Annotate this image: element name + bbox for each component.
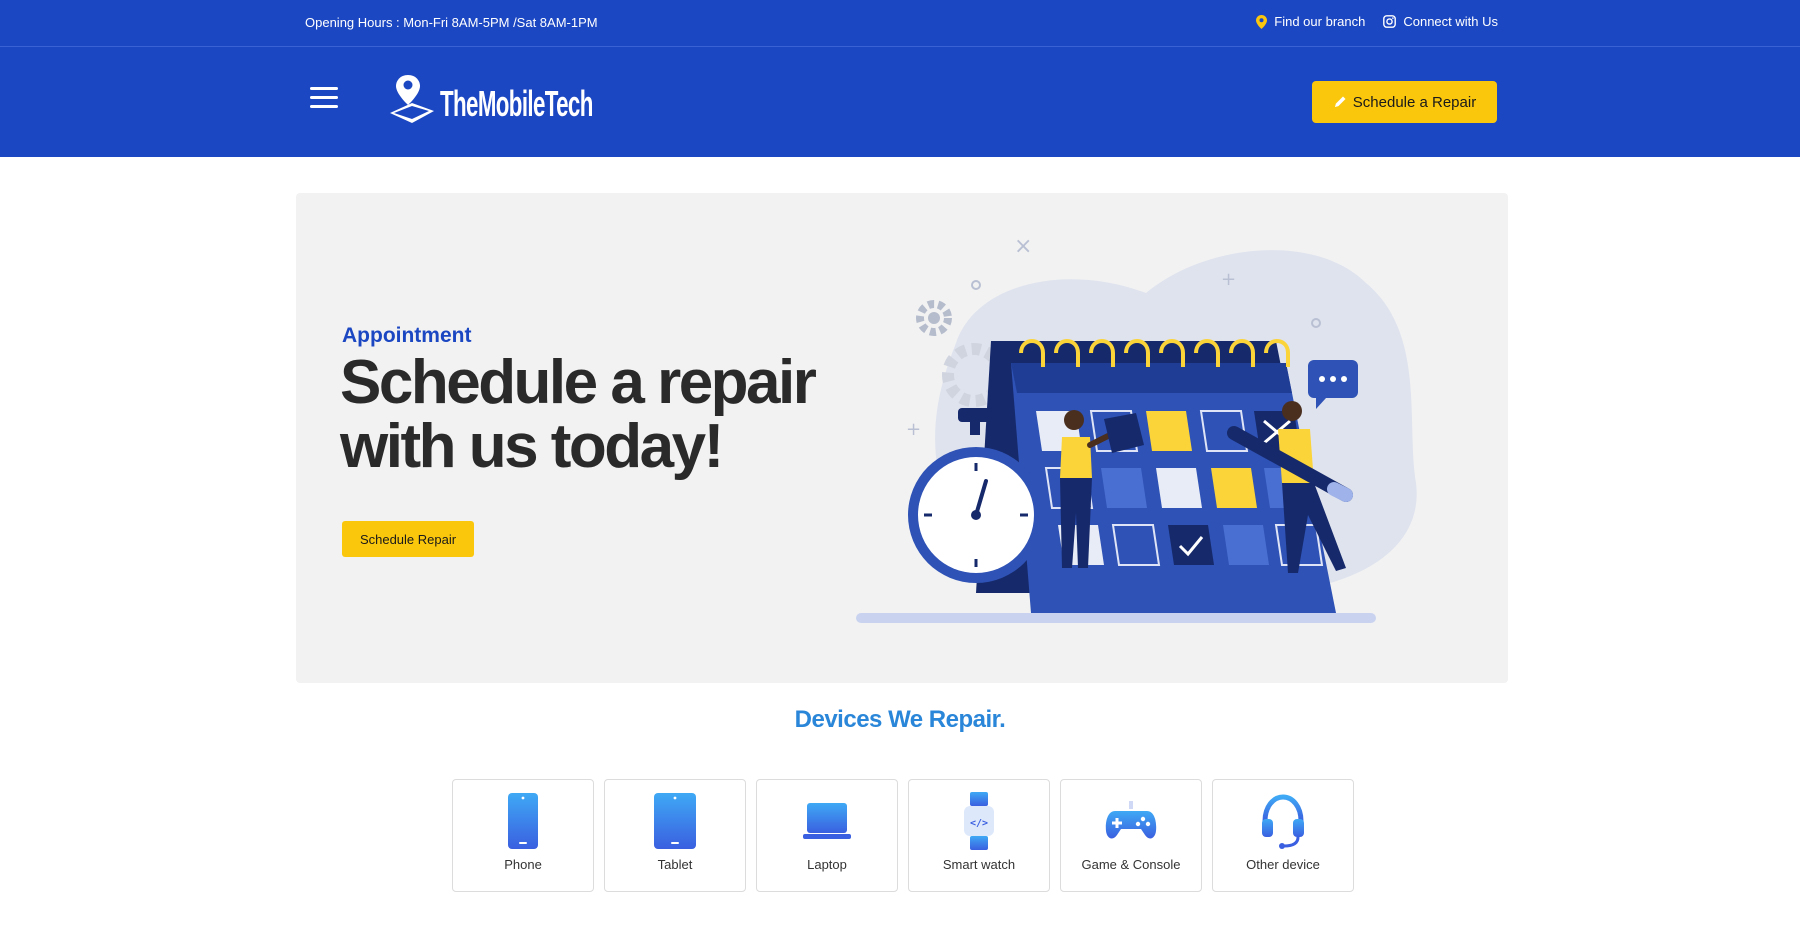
- find-branch-label: Find our branch: [1274, 14, 1366, 29]
- device-card-phone[interactable]: Phone: [452, 779, 594, 892]
- logo-mark-icon: [390, 75, 434, 123]
- device-label: Tablet: [657, 857, 693, 872]
- laptop-icon: [803, 803, 851, 839]
- device-card-smartwatch[interactable]: </> Smart watch: [908, 779, 1050, 892]
- hero-headline: Schedule a repair with us today!: [340, 348, 817, 481]
- connect-link[interactable]: Connect with Us: [1383, 14, 1498, 29]
- schedule-repair-hero-button[interactable]: Schedule Repair: [342, 521, 474, 557]
- smartwatch-icon: </>: [964, 792, 994, 850]
- phone-icon: [508, 793, 538, 849]
- svg-text:</>: </>: [970, 818, 988, 829]
- schedule-repair-hero-label: Schedule Repair: [359, 531, 457, 547]
- schedule-repair-header-button[interactable]: Schedule a Repair: [1312, 81, 1497, 123]
- hero-banner: Appointment Schedule a repair with us to…: [296, 193, 1508, 683]
- tablet-icon: [654, 793, 696, 849]
- site-logo[interactable]: TheMobileTech: [386, 73, 686, 125]
- device-label: Phone: [504, 857, 542, 872]
- opening-hours: Opening Hours : Mon-Fri 8AM-5PM /Sat 8AM…: [305, 15, 598, 30]
- device-label: Game & Console: [1081, 857, 1181, 872]
- device-list: Phone Tablet Laptop </> Smart watch Game…: [452, 779, 1354, 892]
- schedule-repair-header-label: Schedule a Repair: [1352, 93, 1477, 111]
- svg-text:×: ×: [1014, 234, 1032, 259]
- gamepad-icon: [1105, 801, 1157, 839]
- top-info-bar: Opening Hours : Mon-Fri 8AM-5PM /Sat 8AM…: [0, 0, 1800, 47]
- headset-icon: [1262, 794, 1304, 849]
- device-card-tablet[interactable]: Tablet: [604, 779, 746, 892]
- hero-eyebrow: Appointment: [342, 324, 472, 347]
- find-branch-link[interactable]: Find our branch: [1256, 14, 1365, 29]
- devices-section-title: Devices We Repair.: [794, 706, 1006, 733]
- top-links: Find our branch Connect with Us: [1256, 14, 1498, 29]
- device-card-laptop[interactable]: Laptop: [756, 779, 898, 892]
- instagram-icon: [1383, 15, 1397, 28]
- device-card-other[interactable]: Other device: [1212, 779, 1354, 892]
- svg-text:+: +: [1221, 269, 1236, 290]
- map-pin-icon: [1256, 14, 1268, 29]
- connect-label: Connect with Us: [1403, 14, 1498, 29]
- device-label: Other device: [1246, 857, 1320, 872]
- site-header: TheMobileTech Schedule a Repair: [0, 47, 1800, 157]
- svg-text:+: +: [906, 419, 921, 440]
- hamburger-menu-icon[interactable]: [310, 87, 338, 111]
- logo-wordmark: TheMobileTech: [440, 83, 593, 124]
- device-label: Laptop: [807, 857, 847, 872]
- device-card-game-console[interactable]: Game & Console: [1060, 779, 1202, 892]
- pencil-icon: [1334, 96, 1346, 107]
- device-label: Smart watch: [942, 857, 1016, 872]
- calendar-appointment-illustration: × + +: [856, 234, 1417, 623]
